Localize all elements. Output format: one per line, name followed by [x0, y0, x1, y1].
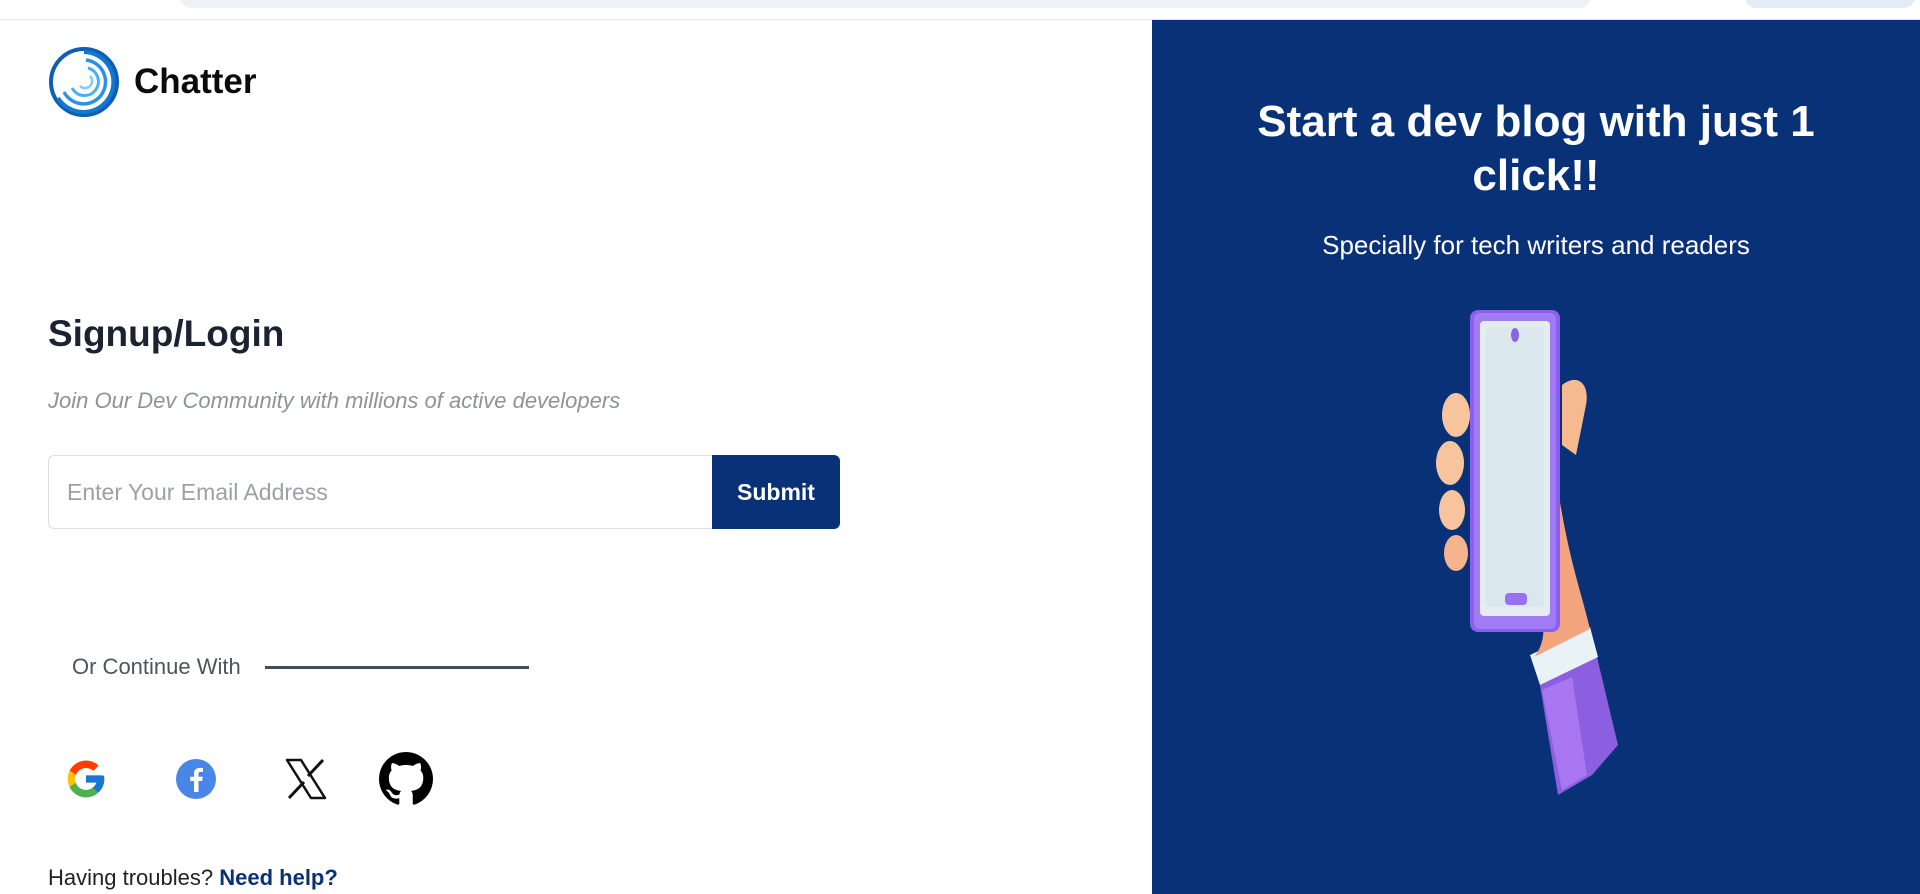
social-login-row [58, 750, 458, 810]
brand-logo[interactable]: Chatter [48, 46, 257, 118]
browser-action-pill[interactable] [1745, 0, 1915, 8]
x-login-button[interactable] [278, 750, 334, 808]
help-prefix: Having troubles? [48, 865, 214, 890]
promo-panel: Start a dev blog with just 1 click!! Spe… [1152, 20, 1920, 894]
google-login-button[interactable] [58, 750, 114, 808]
github-login-button[interactable] [378, 750, 434, 808]
submit-button[interactable]: Submit [712, 455, 840, 529]
browser-top-strip [0, 0, 1920, 20]
facebook-login-button[interactable] [168, 750, 224, 808]
chatter-swirl-logo-icon [49, 47, 119, 117]
continue-with-divider: Or Continue With [72, 654, 529, 680]
page-subtitle: Join Our Dev Community with millions of … [48, 388, 621, 413]
email-form: Submit [48, 455, 840, 529]
help-text: Having troubles? Need help? [48, 865, 338, 891]
login-panel: Chatter Signup/Login Join Our Dev Commun… [0, 20, 1152, 894]
hand-holding-phone-illustration [1436, 310, 1618, 795]
divider-line [264, 665, 529, 669]
need-help-link[interactable]: Need help? [219, 865, 338, 890]
x-icon [285, 758, 327, 800]
facebook-icon [176, 759, 216, 799]
promo-title: Start a dev blog with just 1 click!! [1257, 97, 1815, 200]
divider-label: Or Continue With [72, 654, 241, 679]
promo-subtitle: Specially for tech writers and readers [1322, 230, 1750, 260]
email-field[interactable] [48, 455, 712, 529]
address-bar[interactable] [180, 0, 1590, 8]
page-title: Signup/Login [48, 313, 285, 354]
google-icon [67, 760, 105, 798]
brand-name: Chatter [134, 62, 257, 101]
github-icon [379, 752, 433, 805]
